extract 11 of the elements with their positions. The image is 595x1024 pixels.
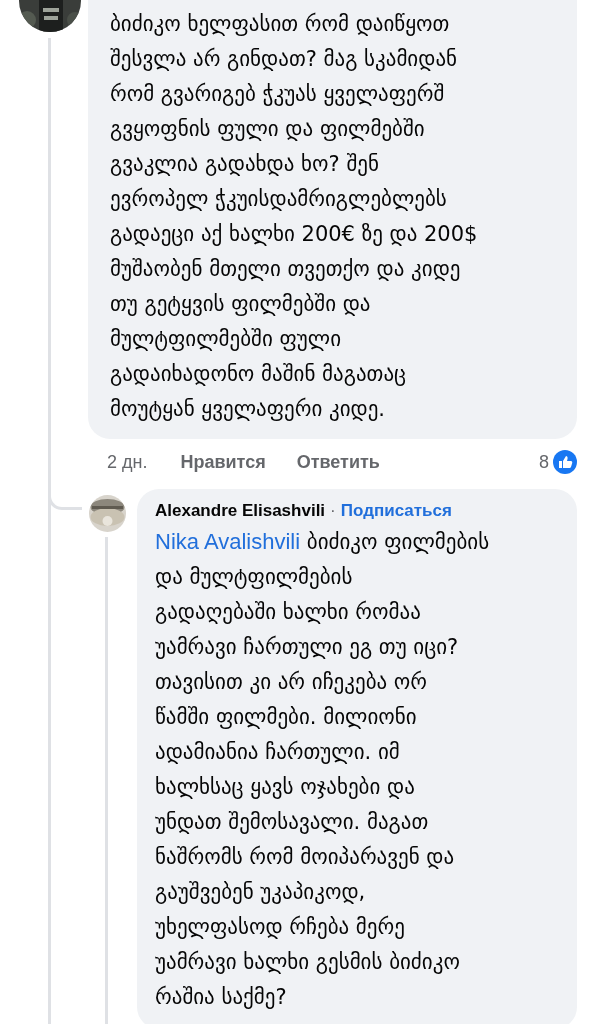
comment-time: 2 дн. — [107, 450, 148, 474]
separator: · — [330, 500, 336, 522]
like-icon — [553, 450, 577, 474]
author-name: Alexandre Elisashvili — [155, 500, 326, 522]
reply-text: Nika Avalishvili ბიძიკო ფილმების და მულტფილმების გადაღებაში ხალხი რომაა უამრავი ჩართული ეგ თუ იცი? თავისით კი არ იჩეკება ორ წამში ფილმები. მილიონი ადამიანია ჩართული. იმ ხალხსაც ყავს ოჯახები და უნდათ შემოსავალი. მაგათ ნაშრომს რომ მოიპარავენ და გაუშვებენ უკაპიკოდ, უხელფასოდ რჩება მერე უამრავი ხალხი გესმის ბიძიკო რაშია საქმე? — [155, 528, 491, 1011]
reply-link[interactable]: Ответить — [296, 448, 380, 476]
comment-text: ბიძიკო ხელფასით რომ დაიწყოთ შესვლა არ გინდათ? მაგ სკამიდან რომ გვარიგებ ჭკუას ყველაფერშ გვყოფნის ფული და ფილმებში გვაკლია გადახდა ხო? შენ ევროპელ ჭკუისდამრიგლებლებს გადაეცი აქ ხალხი 200€ ზე და 200$ მუშაობენ მთელი თვეთქო და კიდე თუ გეტყვის ფილმებში და მულტფილმებში ფული გადაიხადონო მაშინ მაგათაც მოუტყან ყველაფერი კიდე. — [110, 11, 479, 423]
like-link[interactable]: Нравится — [180, 448, 266, 476]
reaction-count: 8 — [539, 450, 549, 474]
follow-link[interactable]: Подписаться — [340, 499, 452, 523]
mention-link[interactable]: Nika Avalishvili — [155, 529, 301, 554]
